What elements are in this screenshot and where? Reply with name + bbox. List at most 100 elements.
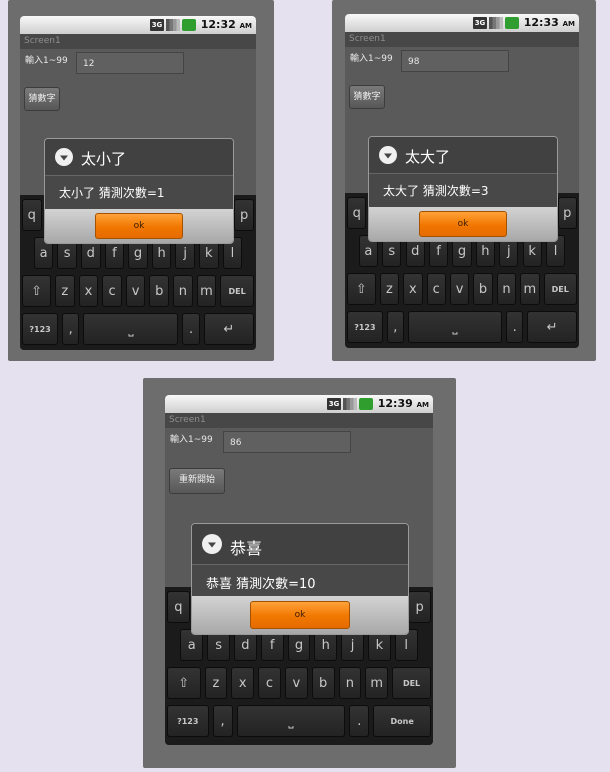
key-v[interactable]: v: [125, 275, 146, 307]
ok-button[interactable]: ok: [250, 601, 350, 629]
enter-key[interactable]: ↵: [203, 313, 254, 345]
clock-ampm: AM: [562, 20, 575, 28]
key-b[interactable]: b: [473, 273, 493, 305]
clock-time: 12:39: [377, 397, 413, 410]
key-p[interactable]: p: [234, 199, 254, 231]
shift-key[interactable]: ⇧: [347, 273, 376, 305]
period-key[interactable]: .: [506, 311, 524, 343]
dialog-footer: ok: [192, 596, 408, 634]
input-label: 輸入1~99: [25, 56, 68, 66]
delete-key[interactable]: DEL: [220, 275, 254, 307]
status-clock: 12:39 AM: [378, 397, 429, 410]
symbols-key[interactable]: ?123: [22, 313, 59, 345]
dialog-arrow-icon: [379, 146, 397, 164]
ok-button[interactable]: ok: [419, 211, 507, 237]
key-m[interactable]: m: [365, 667, 389, 699]
symbols-key[interactable]: ?123: [167, 705, 209, 737]
symbols-key[interactable]: ?123: [347, 311, 383, 343]
done-key[interactable]: Done: [373, 705, 431, 737]
number-input[interactable]: 86: [223, 431, 351, 453]
dialog-footer: ok: [369, 207, 557, 241]
dialog-message: 恭喜 猜測次數=10: [206, 577, 316, 592]
key-n[interactable]: n: [496, 273, 517, 305]
status-bar: 12:32 AM 3G: [20, 16, 256, 34]
key-n[interactable]: n: [338, 667, 362, 699]
space-key[interactable]: ⎵: [236, 705, 346, 737]
clock-time: 12:32: [200, 18, 236, 31]
key-m[interactable]: m: [196, 275, 217, 307]
network-3g-icon: 3G: [327, 398, 341, 410]
comma-key[interactable]: ,: [62, 313, 80, 345]
clock-ampm: AM: [239, 22, 252, 30]
comma-key[interactable]: ,: [386, 311, 404, 343]
space-key[interactable]: ⎵: [83, 313, 179, 345]
phone-screen: 12:33 AM 3G Screen1 輸入1~99 98 猜數字 q p a s d f g h j k l ⇧…: [345, 14, 579, 348]
delete-key[interactable]: DEL: [392, 667, 431, 699]
delete-key[interactable]: DEL: [543, 273, 577, 305]
key-z[interactable]: z: [55, 275, 75, 307]
app-title: Screen1: [165, 413, 433, 428]
network-3g-icon: 3G: [150, 19, 164, 31]
key-q[interactable]: q: [347, 197, 367, 229]
enter-key[interactable]: ↵: [527, 311, 577, 343]
input-label: 輸入1~99: [350, 54, 393, 64]
dialog-title: 太大了: [405, 148, 451, 166]
status-clock: 12:33 AM: [524, 16, 575, 29]
comma-key[interactable]: ,: [212, 705, 233, 737]
alert-dialog: 恭喜恭喜 猜測次數=10 ok: [191, 523, 409, 635]
key-x[interactable]: x: [403, 273, 423, 305]
space-key[interactable]: ⎵: [407, 311, 503, 343]
guess-button[interactable]: 猜數字: [24, 87, 60, 111]
key-p[interactable]: p: [557, 197, 577, 229]
restart-button[interactable]: 重新開始: [169, 468, 225, 494]
period-key[interactable]: .: [349, 705, 370, 737]
key-v[interactable]: v: [284, 667, 308, 699]
shift-key[interactable]: ⇧: [22, 275, 52, 307]
key-z[interactable]: z: [204, 667, 228, 699]
signal-icon: [343, 398, 357, 410]
dialog-title: 恭喜: [230, 539, 263, 558]
dialog-footer: ok: [45, 209, 233, 243]
ok-button[interactable]: ok: [95, 213, 183, 239]
key-c[interactable]: c: [102, 275, 122, 307]
key-n[interactable]: n: [173, 275, 193, 307]
dialog-header: 恭喜: [192, 524, 408, 565]
period-key[interactable]: .: [182, 313, 200, 345]
key-z[interactable]: z: [379, 273, 400, 305]
clock-ampm: AM: [416, 401, 429, 409]
key-c[interactable]: c: [426, 273, 446, 305]
phone-screen: 12:32 AM 3G Screen1 輸入1~99 12 猜數字 q p a s d f g h j k l ⇧…: [20, 16, 256, 350]
battery-icon: [182, 19, 196, 31]
key-b[interactable]: b: [149, 275, 170, 307]
key-x[interactable]: x: [231, 667, 255, 699]
dialog-arrow-icon: [55, 148, 73, 166]
dialog-header: 太大了: [369, 137, 557, 174]
dialog-message: 太大了 猜測次數=3: [383, 184, 489, 198]
number-input[interactable]: 98: [401, 50, 509, 72]
key-c[interactable]: c: [258, 667, 281, 699]
key-x[interactable]: x: [78, 275, 99, 307]
battery-icon: [505, 17, 519, 29]
key-q[interactable]: q: [167, 591, 190, 623]
dialog-message: 太小了 猜測次數=1: [59, 186, 165, 200]
alert-dialog: 太小了太小了 猜測次數=1 ok: [44, 138, 234, 244]
battery-icon: [359, 398, 373, 410]
signal-icon: [489, 17, 503, 29]
app-title: Screen1: [20, 34, 256, 49]
key-b[interactable]: b: [311, 667, 335, 699]
key-v[interactable]: v: [449, 273, 470, 305]
number-input[interactable]: 12: [76, 52, 184, 74]
shift-key[interactable]: ⇧: [167, 667, 201, 699]
key-p[interactable]: p: [408, 591, 431, 623]
phone-screen: 12:39 AM 3G Screen1 輸入1~99 86 重新開始 q p a s d f g h j k l…: [165, 395, 433, 745]
status-bar: 12:33 AM 3G: [345, 14, 579, 32]
input-label: 輸入1~99: [170, 435, 213, 445]
signal-icon: [166, 19, 180, 31]
guess-button[interactable]: 猜數字: [349, 85, 385, 109]
alert-dialog: 太大了太大了 猜測次數=3 ok: [368, 136, 558, 242]
dialog-title: 太小了: [81, 150, 127, 168]
key-q[interactable]: q: [22, 199, 42, 231]
key-m[interactable]: m: [520, 273, 540, 305]
dialog-arrow-icon: [202, 534, 222, 554]
status-bar: 12:39 AM 3G: [165, 395, 433, 413]
